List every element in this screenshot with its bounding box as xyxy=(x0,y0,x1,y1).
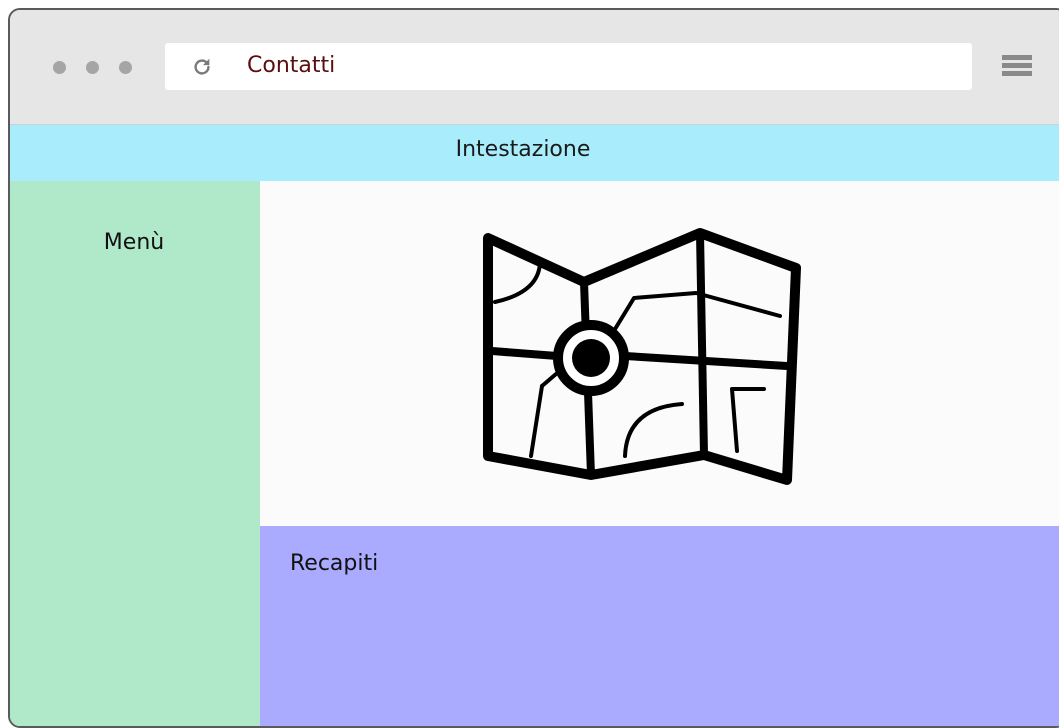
window-dot-maximize[interactable] xyxy=(119,61,132,74)
sidebar-label: Menù xyxy=(103,230,165,255)
reload-icon[interactable] xyxy=(191,56,213,78)
main-content xyxy=(260,181,1059,526)
address-text[interactable]: Contatti xyxy=(247,53,335,78)
map-location-icon xyxy=(483,228,801,485)
contacts-label: Recapiti xyxy=(290,551,379,576)
window-dot-close[interactable] xyxy=(53,61,66,74)
hamburger-menu-icon[interactable] xyxy=(1002,55,1032,79)
window-dot-minimize[interactable] xyxy=(86,61,99,74)
browser-toolbar: Contatti xyxy=(10,10,1059,125)
window-controls xyxy=(53,61,132,74)
sidebar-menu: Menù xyxy=(10,181,260,726)
page-header: Intestazione xyxy=(10,125,1059,181)
contacts-section: Recapiti xyxy=(260,526,1059,726)
header-label: Intestazione xyxy=(455,137,591,162)
browser-window: Contatti Intestazione Menù Recapiti xyxy=(8,8,1059,728)
address-bar[interactable]: Contatti xyxy=(165,43,972,90)
